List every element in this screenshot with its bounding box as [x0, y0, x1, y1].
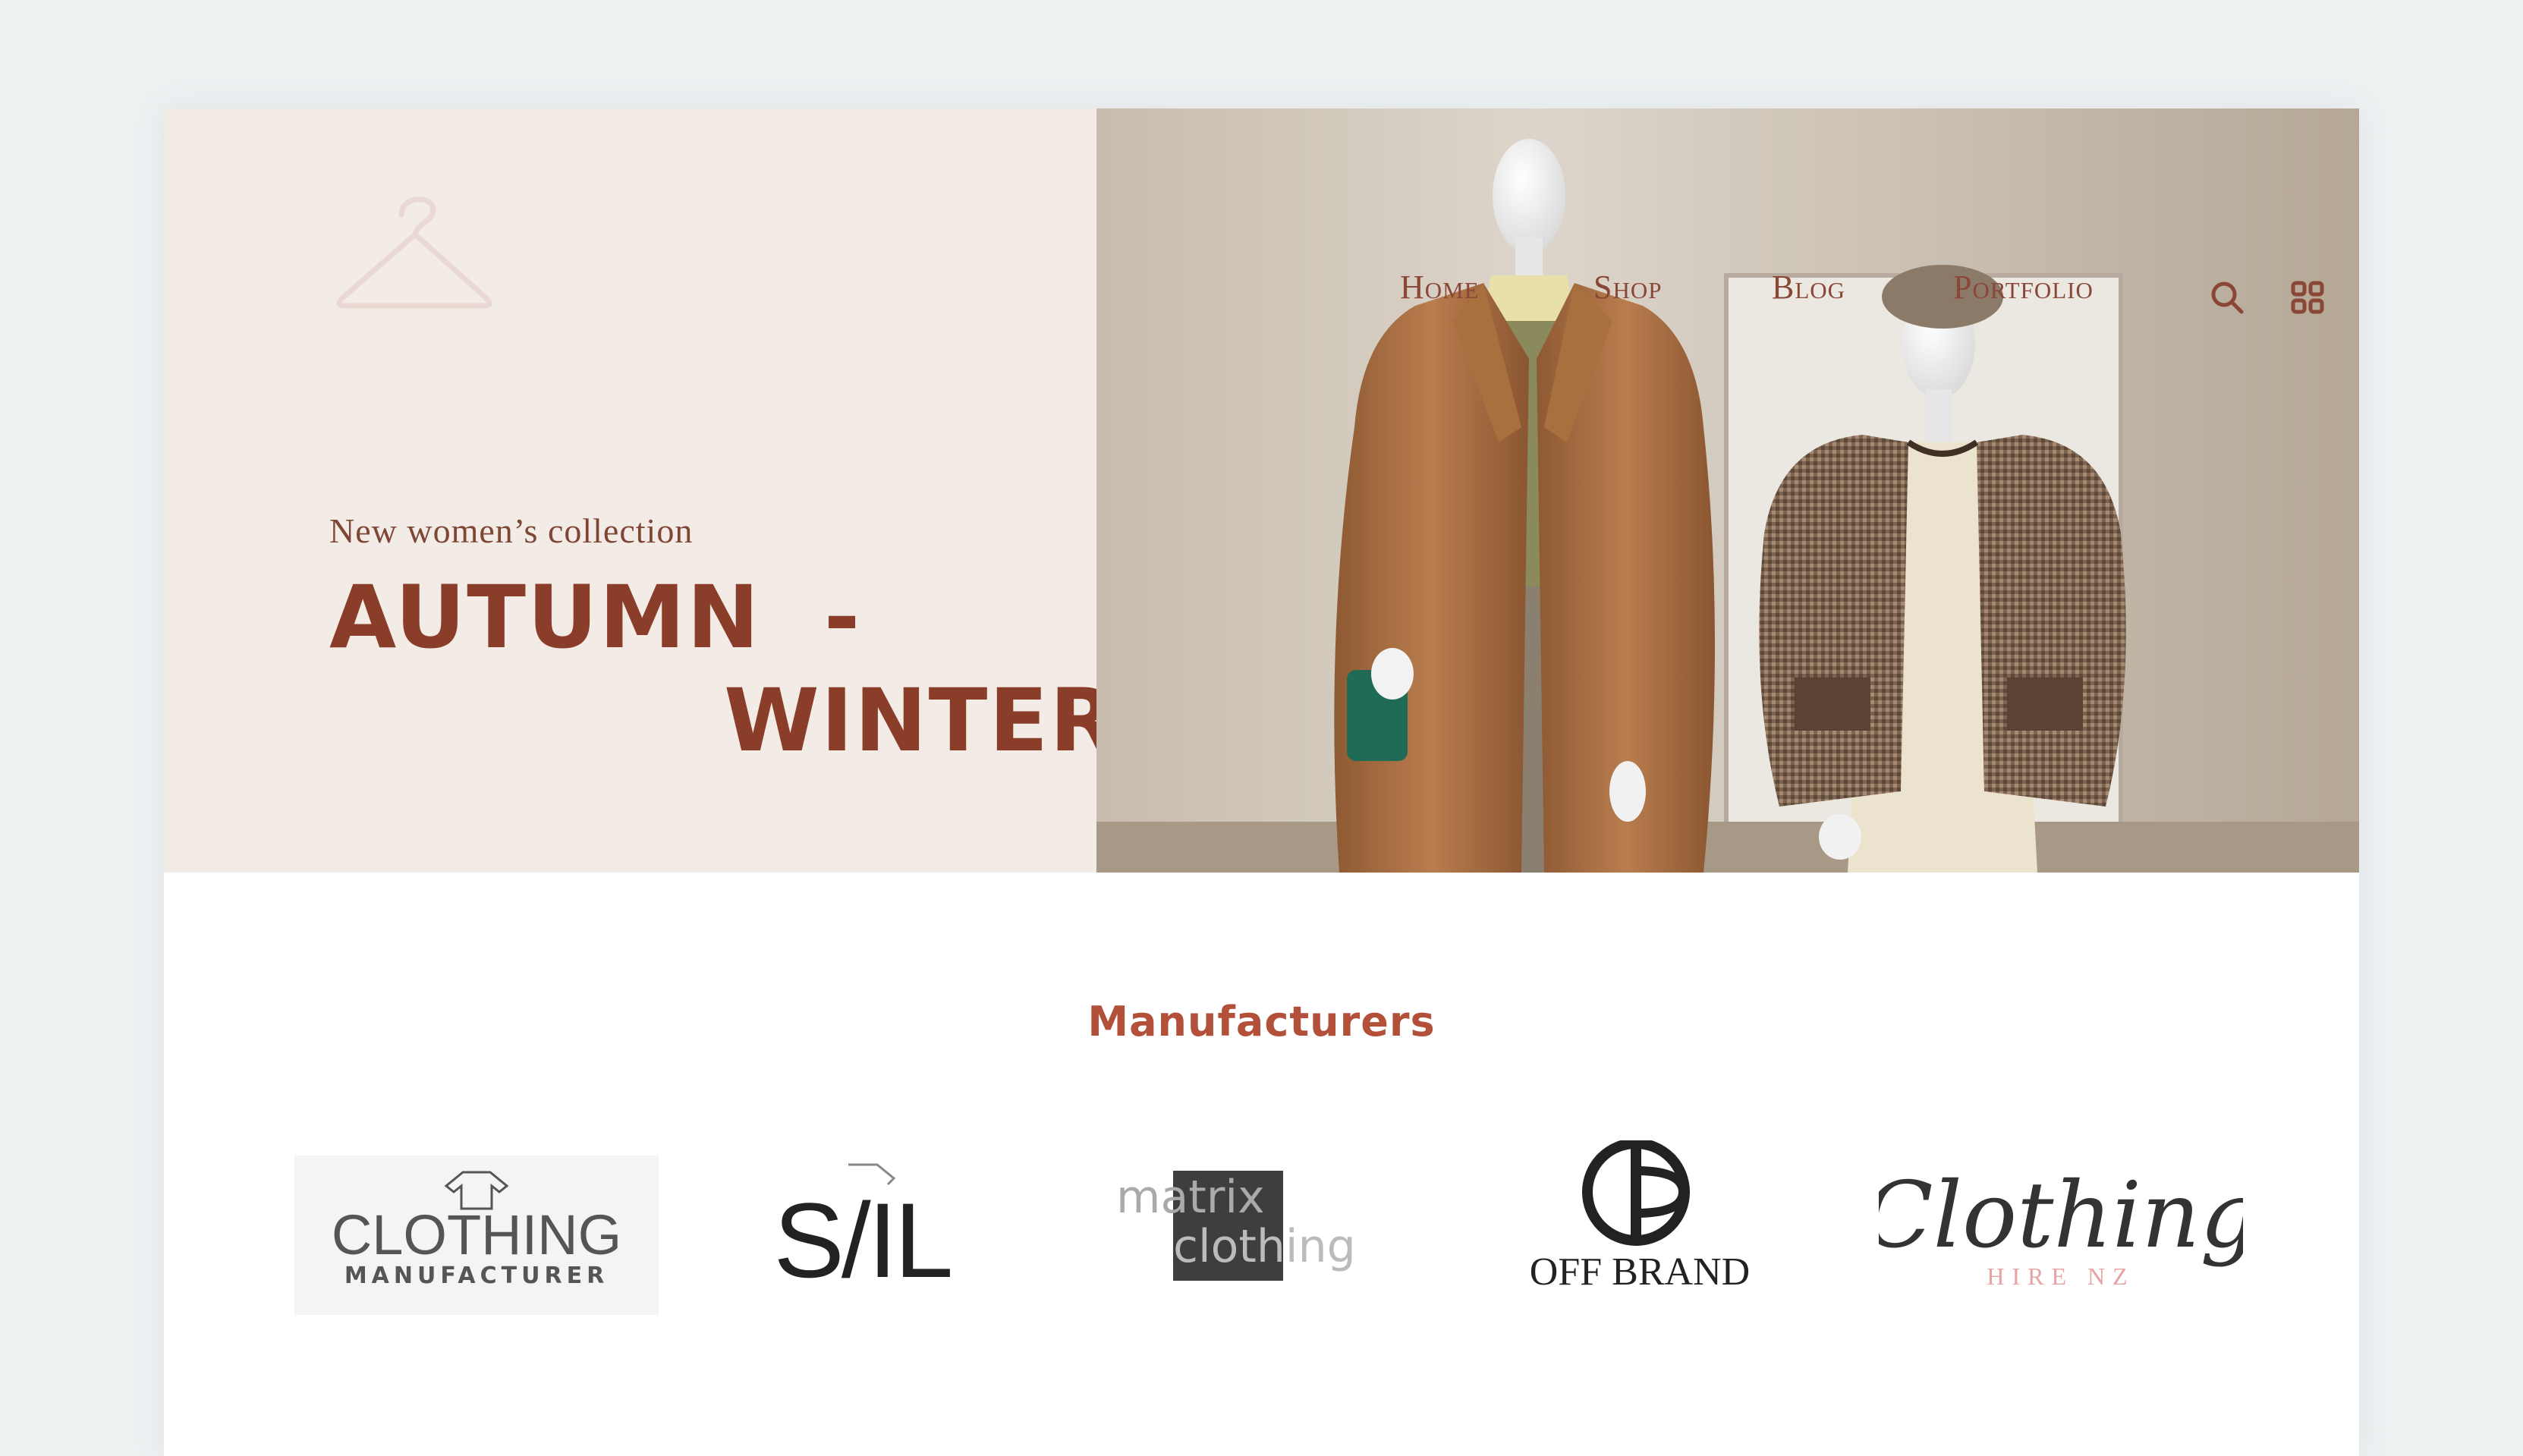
- nav-home[interactable]: Home: [1400, 268, 1480, 307]
- nav-blog[interactable]: Blog: [1772, 268, 1845, 307]
- grid-icon[interactable]: [2289, 278, 2326, 316]
- search-icon[interactable]: [2208, 278, 2246, 316]
- svg-text:S/IL: S/IL: [773, 1181, 950, 1300]
- off-brand-logo[interactable]: OFF BRAND: [1484, 1140, 1795, 1292]
- svg-text:MANUFACTURER: MANUFACTURER: [344, 1263, 609, 1289]
- hero-photo: [1096, 108, 2359, 873]
- nav-portfolio[interactable]: Portfolio: [1953, 268, 2094, 307]
- mannequins-image: [1096, 108, 2359, 873]
- manufacturers-title: Manufacturers: [1087, 998, 1436, 1046]
- matrix-clothing-logo[interactable]: matrix clothing: [1112, 1156, 1363, 1292]
- clothing-hire-nz-logo[interactable]: Clothing HIRE NZ: [1879, 1148, 2243, 1300]
- page: New women’s collection AUTUMN - WINTER ‘…: [164, 108, 2359, 1456]
- sil-logo[interactable]: S/IL: [763, 1148, 961, 1300]
- hero-text-panel: New women’s collection AUTUMN - WINTER ‘…: [164, 108, 1306, 873]
- svg-text:clothing: clothing: [1173, 1220, 1356, 1273]
- main-nav: Home Shop Blog Portfolio: [1237, 268, 2324, 321]
- svg-text:CLOTHING: CLOTHING: [332, 1203, 621, 1266]
- svg-text:HIRE NZ: HIRE NZ: [1987, 1263, 2134, 1290]
- nav-shop[interactable]: Shop: [1593, 268, 1663, 307]
- manufacturer-logos: CLOTHING MANUFACTURER S/IL matrix clothi…: [164, 1118, 2359, 1406]
- svg-text:OFF BRAND: OFF BRAND: [1530, 1250, 1750, 1292]
- svg-text:Clothing: Clothing: [1879, 1163, 2243, 1269]
- hero-section: New women’s collection AUTUMN - WINTER ‘…: [164, 108, 2359, 873]
- svg-text:matrix: matrix: [1116, 1171, 1265, 1224]
- headline-line-1: AUTUMN -: [329, 567, 862, 668]
- clothing-manufacturer-logo[interactable]: CLOTHING MANUFACTURER: [294, 1156, 659, 1315]
